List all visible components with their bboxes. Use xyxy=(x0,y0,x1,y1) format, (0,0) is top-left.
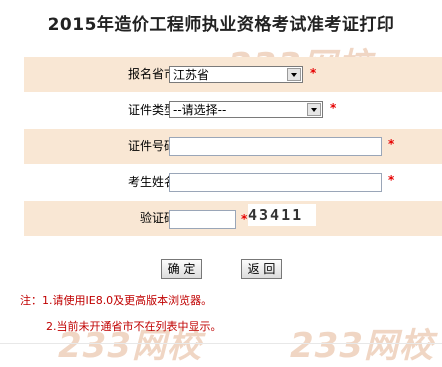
note-line-1: 注：1.请使用IE8.0及更高版本浏览器。 xyxy=(20,294,213,307)
required-mark: * xyxy=(241,212,248,226)
captcha-image[interactable]: 43411 xyxy=(248,204,316,226)
province-row: 报名省市: 江苏省 * xyxy=(24,57,442,93)
id-number-input[interactable] xyxy=(169,137,382,156)
captcha-input[interactable] xyxy=(169,210,236,229)
province-select[interactable]: 江苏省 xyxy=(169,66,303,83)
admission-ticket-form: 报名省市: 江苏省 * 证件类型: --请选择-- * 证件号码: * 考生姓名… xyxy=(24,57,442,279)
chevron-down-icon[interactable] xyxy=(307,103,321,116)
province-select-value: 江苏省 xyxy=(173,68,210,82)
chevron-down-icon[interactable] xyxy=(287,68,301,81)
page-title: 2015年造价工程师执业资格考试准考证打印 xyxy=(47,15,395,35)
name-row: 考生姓名: * xyxy=(24,165,442,201)
id-type-select-value: --请选择-- xyxy=(173,103,227,117)
divider xyxy=(0,343,442,344)
captcha-row: 验证码: * 43411 xyxy=(24,201,442,237)
confirm-button[interactable]: 确 定 xyxy=(161,259,202,279)
name-input[interactable] xyxy=(169,173,382,192)
id-number-row: 证件号码: * xyxy=(24,129,442,165)
required-mark: * xyxy=(310,66,317,80)
note-line-2: 2.当前未开通省市不在列表中显示。 xyxy=(46,320,222,333)
back-button[interactable]: 返 回 xyxy=(241,259,282,279)
required-mark: * xyxy=(388,137,395,151)
spacer-row xyxy=(24,237,442,261)
id-type-select[interactable]: --请选择-- xyxy=(169,101,323,118)
id-type-row: 证件类型: --请选择-- * xyxy=(24,93,442,129)
required-mark: * xyxy=(330,101,337,115)
required-mark: * xyxy=(388,173,395,187)
